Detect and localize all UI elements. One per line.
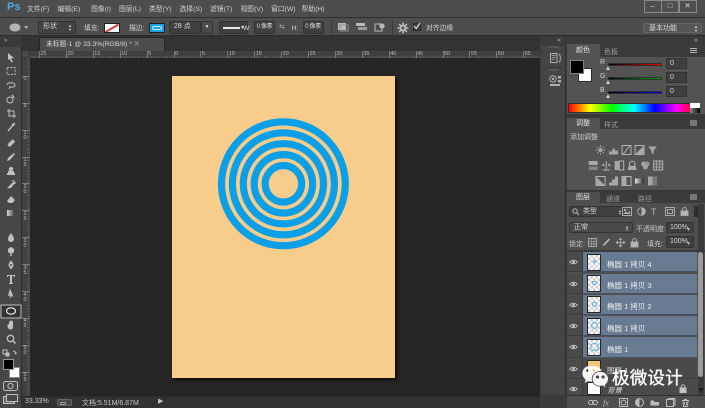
- svg-text:fx: fx: [603, 399, 609, 408]
- svg-text:T: T: [651, 207, 657, 217]
